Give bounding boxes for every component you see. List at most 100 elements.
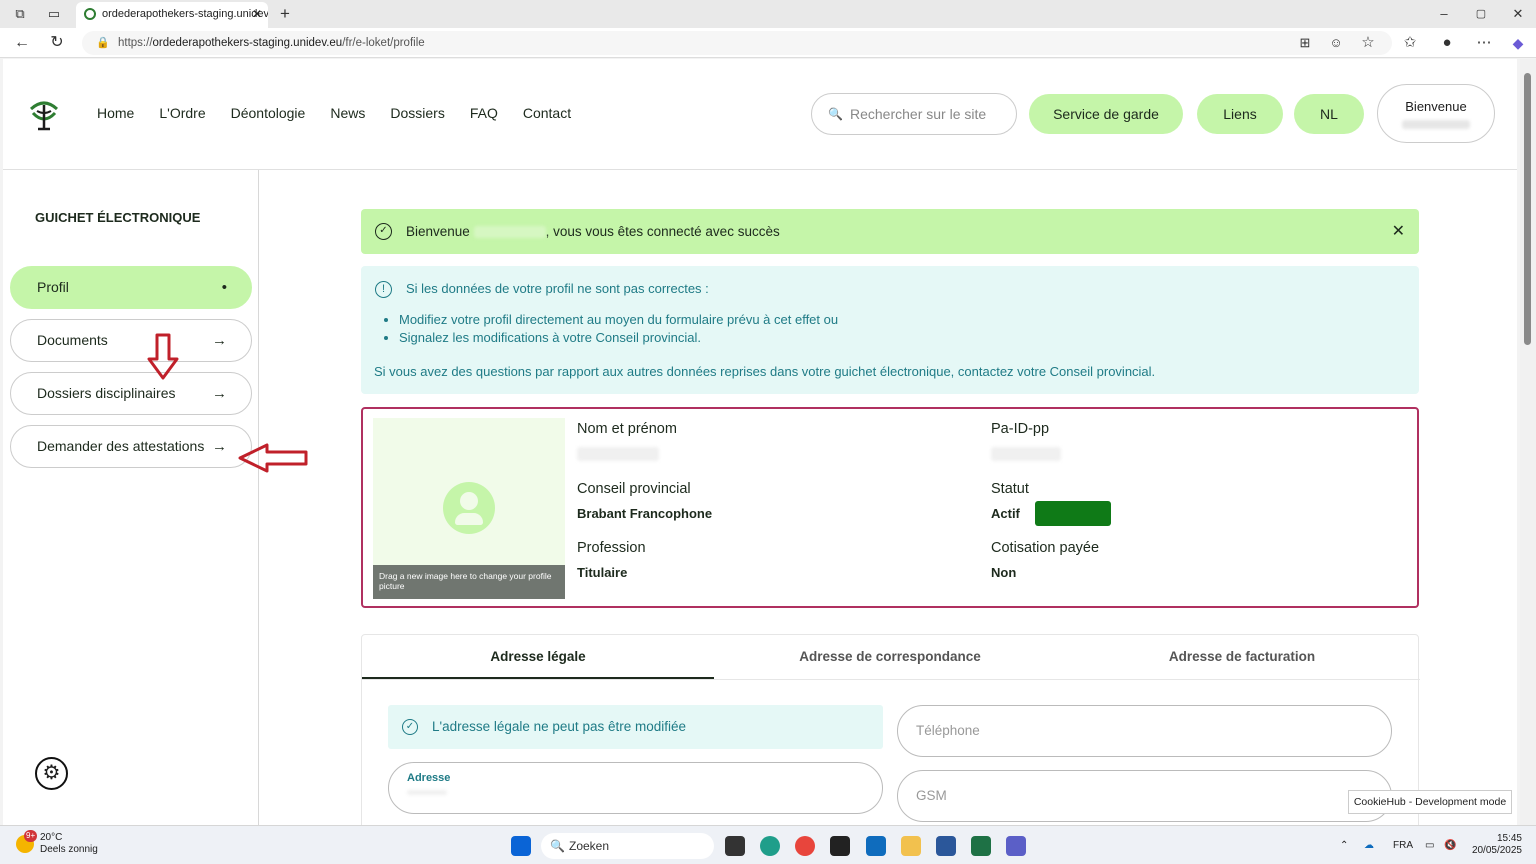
close-alert-icon[interactable]: ✕ bbox=[1392, 209, 1405, 254]
alert-suffix: , vous vous êtes connecté avec succès bbox=[545, 224, 780, 239]
url-path: /fr/e-loket/profile bbox=[342, 37, 425, 49]
onedrive-icon[interactable]: ☁ bbox=[1364, 826, 1374, 864]
profile-info-alert: ! Si les données de votre profil ne sont… bbox=[361, 266, 1419, 394]
status-badge bbox=[1035, 501, 1111, 526]
browser-tab[interactable]: ordederapothekers-staging.unidev.eu ✕ bbox=[76, 2, 268, 28]
user-menu-button[interactable]: Bienvenue bbox=[1377, 84, 1495, 143]
tab-adresse-legale[interactable]: Adresse légale bbox=[362, 635, 714, 679]
tab-adresse-correspondance[interactable]: Adresse de correspondance bbox=[714, 635, 1066, 679]
nav-contact[interactable]: Contact bbox=[523, 105, 571, 121]
search-placeholder: Rechercher sur le site bbox=[850, 106, 987, 122]
tab-adresse-facturation[interactable]: Adresse de facturation bbox=[1066, 635, 1418, 679]
chrome-icon[interactable] bbox=[795, 836, 815, 856]
profile-icon[interactable]: ● bbox=[1437, 34, 1457, 52]
browser-tabbar: ⧉ ▭ ordederapothekers-staging.unidev.eu … bbox=[0, 0, 1536, 28]
windows-start-icon[interactable] bbox=[511, 836, 531, 856]
favorite-star-icon[interactable]: ☆ bbox=[1358, 34, 1378, 52]
id-value-redacted bbox=[991, 447, 1061, 461]
edge-browser-icon[interactable] bbox=[760, 836, 780, 856]
input-language[interactable]: FRA bbox=[1393, 826, 1413, 864]
phone-input[interactable]: Téléphone bbox=[897, 705, 1392, 757]
nav-deontologie[interactable]: Déontologie bbox=[231, 105, 306, 121]
more-menu-icon[interactable]: ⋯ bbox=[1474, 34, 1494, 52]
sidebar-item-dossiers-disciplinaires[interactable]: Dossiers disciplinaires → bbox=[10, 372, 252, 415]
avatar-placeholder-icon bbox=[443, 482, 495, 534]
header-divider bbox=[3, 169, 1517, 170]
volume-muted-icon[interactable]: 🔇 bbox=[1444, 826, 1456, 864]
teams-icon[interactable] bbox=[1006, 836, 1026, 856]
sidebar-item-label: Demander des attestations bbox=[37, 438, 205, 454]
excel-icon[interactable] bbox=[971, 836, 991, 856]
address-value-redacted bbox=[407, 790, 447, 795]
nav-news[interactable]: News bbox=[330, 105, 365, 121]
name-value-redacted bbox=[577, 447, 659, 461]
app-available-icon[interactable]: ⊞ bbox=[1295, 34, 1315, 52]
nav-ordre[interactable]: L'Ordre bbox=[159, 105, 205, 121]
close-tab-icon[interactable]: ✕ bbox=[252, 2, 262, 26]
reload-icon[interactable]: ↻ bbox=[47, 34, 67, 52]
arrow-right-icon: → bbox=[212, 332, 227, 349]
check-circle-icon: ✓ bbox=[375, 223, 392, 240]
site-logo-icon[interactable] bbox=[27, 95, 61, 131]
minimize-icon[interactable]: – bbox=[1436, 6, 1452, 22]
name-label: Nom et prénom bbox=[577, 421, 677, 437]
sidebar-item-documents[interactable]: Documents → bbox=[10, 319, 252, 362]
page-scrollbar[interactable] bbox=[1520, 59, 1536, 825]
site-search-input[interactable]: 🔍 Rechercher sur le site bbox=[811, 93, 1017, 135]
alert-prefix: Bienvenue bbox=[406, 224, 470, 239]
close-window-icon[interactable]: ✕ bbox=[1510, 6, 1526, 22]
site-favicon-icon bbox=[84, 8, 96, 20]
service-de-garde-button[interactable]: Service de garde bbox=[1029, 94, 1183, 134]
scrollbar-thumb[interactable] bbox=[1524, 73, 1531, 345]
liens-button[interactable]: Liens bbox=[1197, 94, 1283, 134]
profession-label: Profession bbox=[577, 540, 646, 556]
weather-widget[interactable]: 9+ 20°C Deels zonnig bbox=[16, 830, 98, 856]
profile-picture-dropzone[interactable]: Drag a new image here to change your pro… bbox=[373, 418, 565, 599]
address-bar[interactable]: 🔒 https://ordederapothekers-staging.unid… bbox=[82, 31, 1392, 55]
language-nl-button[interactable]: NL bbox=[1294, 94, 1364, 134]
nav-dossiers[interactable]: Dossiers bbox=[390, 105, 444, 121]
settings-gear-icon[interactable]: ⚙ bbox=[35, 757, 68, 790]
browser-toolbar: ← ↻ 🔒 https://ordederapothekers-staging.… bbox=[0, 28, 1536, 58]
search-icon: 🔍 bbox=[828, 107, 843, 121]
url-prefix: https:// bbox=[118, 37, 153, 49]
taskbar-search[interactable]: 🔍 Zoeken bbox=[541, 833, 714, 859]
weather-temp: 20°C bbox=[40, 832, 63, 843]
cookiehub-badge[interactable]: CookieHub - Development mode bbox=[1348, 790, 1512, 814]
favorites-icon[interactable]: ✩ bbox=[1400, 34, 1420, 52]
workspaces-icon[interactable]: ⧉ bbox=[12, 6, 28, 22]
file-explorer-icon[interactable] bbox=[901, 836, 921, 856]
nav-home[interactable]: Home bbox=[97, 105, 134, 121]
new-tab-icon[interactable]: + bbox=[277, 5, 293, 22]
taskbar-clock[interactable]: 15:45 20/05/2025 bbox=[1470, 833, 1522, 857]
annotation-down-arrow-icon bbox=[147, 333, 179, 380]
network-icon[interactable]: ▭ bbox=[1425, 826, 1434, 864]
back-icon[interactable]: ← bbox=[12, 34, 32, 52]
copilot-icon[interactable]: ◆ bbox=[1508, 34, 1528, 52]
gsm-input[interactable]: GSM bbox=[897, 770, 1392, 822]
sidebar-item-demander-attestations[interactable]: Demander des attestations → bbox=[10, 425, 252, 468]
tab-title: ordederapothekers-staging.unidev.eu bbox=[102, 8, 268, 20]
nav-faq[interactable]: FAQ bbox=[470, 105, 498, 121]
info-footer: Si vous avez des questions par rapport a… bbox=[374, 364, 1156, 379]
address-label: Adresse bbox=[407, 772, 451, 784]
sidebar-item-label: Documents bbox=[37, 332, 108, 348]
sidebar-item-profil[interactable]: Profil • bbox=[10, 266, 252, 309]
tray-chevron-icon[interactable]: ⌃ bbox=[1340, 826, 1348, 864]
task-view-icon[interactable] bbox=[725, 836, 745, 856]
outlook-icon[interactable] bbox=[866, 836, 886, 856]
sidebar-item-label: Dossiers disciplinaires bbox=[37, 385, 176, 401]
reading-mode-icon[interactable]: ☺ bbox=[1326, 34, 1346, 52]
teamviewer-icon[interactable] bbox=[830, 836, 850, 856]
id-label: Pa-ID-pp bbox=[991, 421, 1050, 437]
arrow-right-icon: → bbox=[212, 385, 227, 402]
address-field[interactable]: Adresse bbox=[388, 762, 883, 814]
photo-caption: Drag a new image here to change your pro… bbox=[373, 565, 565, 599]
site-info-icon[interactable]: 🔒 bbox=[96, 31, 110, 55]
info-circle-icon: ! bbox=[375, 281, 392, 298]
sidebar-title: GUICHET ÉLECTRONIQUE bbox=[35, 210, 201, 225]
notice-text: L'adresse légale ne peut pas être modifi… bbox=[432, 719, 686, 734]
tab-actions-icon[interactable]: ▭ bbox=[46, 6, 62, 22]
maximize-icon[interactable]: ▢ bbox=[1473, 6, 1489, 22]
word-icon[interactable] bbox=[936, 836, 956, 856]
